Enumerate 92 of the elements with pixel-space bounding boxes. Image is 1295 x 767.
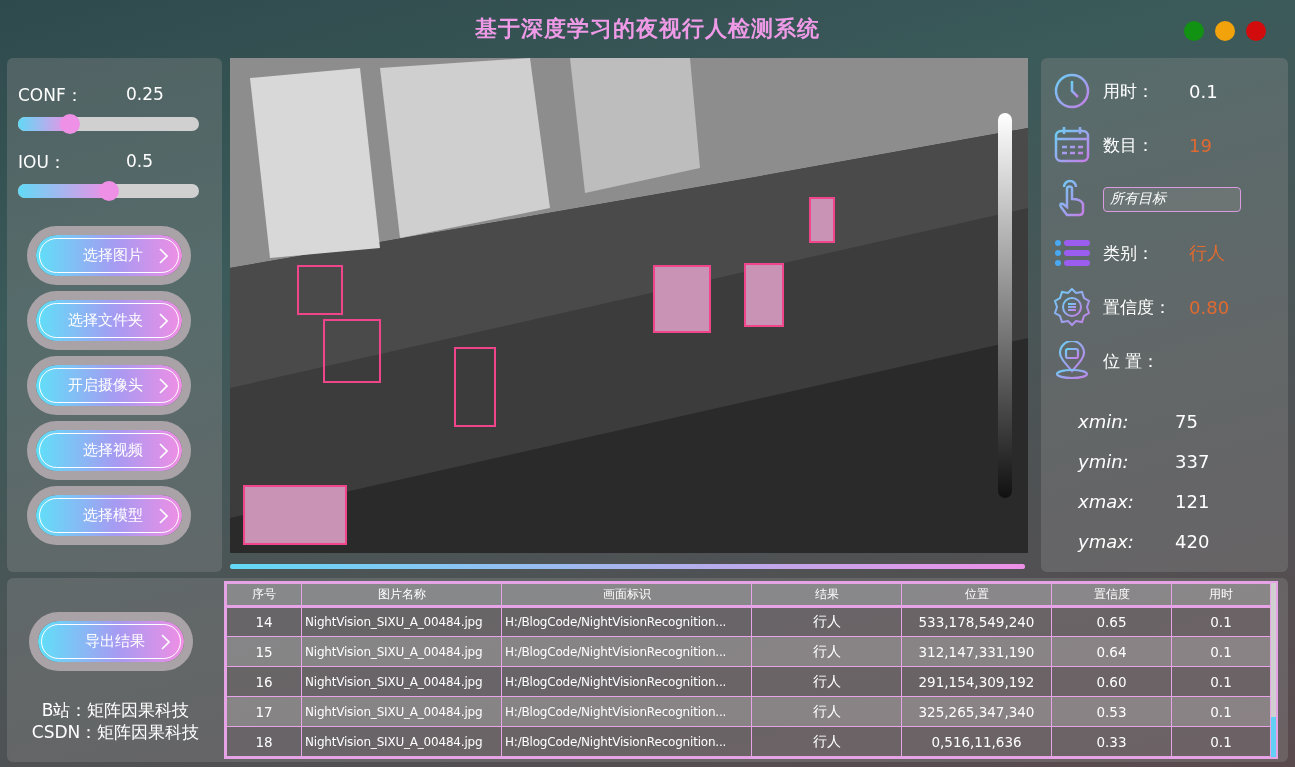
column-header[interactable]: 结果 bbox=[751, 583, 902, 607]
table-cell: H:/BlogCode/NightVisionRecognition... bbox=[501, 636, 752, 667]
table-cell: 0.65 bbox=[1051, 606, 1172, 637]
column-header[interactable]: 画面标识 bbox=[501, 583, 752, 607]
coordinate-label: xmin: bbox=[1078, 410, 1130, 432]
table-cell: H:/BlogCode/NightVisionRecognition... bbox=[501, 726, 752, 757]
table-cell: 18 bbox=[226, 726, 302, 757]
info-label: 置信度： bbox=[1103, 295, 1172, 319]
slider-track[interactable] bbox=[18, 117, 199, 131]
slider-label: CONF： bbox=[18, 84, 84, 107]
table-cell: 0.1 bbox=[1171, 606, 1271, 637]
table-cell: H:/BlogCode/NightVisionRecognition... bbox=[501, 606, 752, 637]
table-cell: NightVision_SIXU_A_00484.jpg bbox=[301, 696, 502, 727]
clock-icon bbox=[1053, 71, 1091, 111]
table-cell: 行人 bbox=[751, 666, 902, 697]
coordinate-label: xmax: bbox=[1078, 490, 1135, 512]
action-button[interactable]: 选择模型 bbox=[27, 486, 191, 545]
table-cell: 行人 bbox=[751, 606, 902, 637]
chevron-icon bbox=[160, 633, 170, 650]
table-cell: 16 bbox=[226, 666, 302, 697]
table-cell: 14 bbox=[226, 606, 302, 637]
column-header[interactable]: 置信度 bbox=[1051, 583, 1172, 607]
column-header[interactable]: 用时 bbox=[1171, 583, 1271, 607]
table-cell: 行人 bbox=[751, 726, 902, 757]
coordinate-value: 337 bbox=[1175, 450, 1210, 472]
window-title: 基于深度学习的夜视行人检测系统 bbox=[475, 14, 820, 43]
table-cell: 0.60 bbox=[1051, 666, 1172, 697]
target-select-field[interactable]: 所有目标 bbox=[1103, 186, 1241, 212]
info-value: 19 bbox=[1189, 134, 1212, 156]
slider-thumb[interactable] bbox=[60, 114, 81, 134]
slider-thumb[interactable] bbox=[98, 181, 119, 201]
calendar-icon bbox=[1053, 125, 1091, 165]
table-cell: 325,265,347,340 bbox=[901, 696, 1052, 727]
coordinate-label: ymax: bbox=[1078, 530, 1135, 552]
table-cell: H:/BlogCode/NightVisionRecognition... bbox=[501, 666, 752, 697]
table-cell: 0.1 bbox=[1171, 726, 1271, 757]
info-label: 位 置： bbox=[1103, 349, 1161, 373]
table-cell: NightVision_SIXU_A_00484.jpg bbox=[301, 606, 502, 637]
table-cell: NightVision_SIXU_A_00484.jpg bbox=[301, 726, 502, 757]
window-control-dot[interactable] bbox=[1215, 21, 1235, 41]
coordinate-value: 420 bbox=[1175, 530, 1210, 552]
info-value: 行人 bbox=[1189, 241, 1225, 265]
table-cell: H:/BlogCode/NightVisionRecognition... bbox=[501, 696, 752, 727]
chevron-icon bbox=[159, 377, 168, 394]
slider-track[interactable] bbox=[18, 184, 199, 198]
table-cell: 行人 bbox=[751, 636, 902, 667]
table-cell: NightVision_SIXU_A_00484.jpg bbox=[301, 666, 502, 697]
scrollbar-thumb[interactable] bbox=[1271, 717, 1276, 757]
table-cell: 15 bbox=[226, 636, 302, 667]
coordinate-value: 75 bbox=[1175, 410, 1198, 432]
chevron-icon bbox=[159, 507, 168, 524]
table-cell: 0.53 bbox=[1051, 696, 1172, 727]
chevron-icon bbox=[159, 247, 168, 264]
slider-label: IOU： bbox=[18, 151, 67, 174]
action-button[interactable]: 选择视频 bbox=[27, 421, 191, 480]
info-label: 数目： bbox=[1103, 133, 1155, 157]
action-button[interactable]: 选择文件夹 bbox=[27, 291, 191, 350]
scrollbar-track[interactable] bbox=[1271, 583, 1276, 757]
chevron-icon bbox=[159, 442, 168, 459]
export-button[interactable]: 导出结果 bbox=[28, 612, 193, 671]
table-cell: 0,516,11,636 bbox=[901, 726, 1052, 757]
table-cell: 0.64 bbox=[1051, 636, 1172, 667]
info-value: 0.80 bbox=[1189, 296, 1230, 318]
window-control-dot[interactable] bbox=[1246, 21, 1266, 41]
credit-text: CSDN：矩阵因果科技 bbox=[31, 721, 200, 743]
coordinate-value: 121 bbox=[1175, 490, 1210, 512]
slider-value: 0.5 bbox=[126, 151, 154, 173]
column-header[interactable]: 序号 bbox=[226, 583, 302, 607]
table-cell: 533,178,549,240 bbox=[901, 606, 1052, 637]
gear-icon bbox=[1053, 287, 1091, 327]
table-cell: NightVision_SIXU_A_00484.jpg bbox=[301, 636, 502, 667]
action-button[interactable]: 选择图片 bbox=[27, 226, 191, 285]
coordinate-label: ymin: bbox=[1078, 450, 1130, 472]
table-cell: 0.1 bbox=[1171, 666, 1271, 697]
table-cell: 291,154,309,192 bbox=[901, 666, 1052, 697]
credit-text: B站：矩阵因果科技 bbox=[40, 699, 191, 721]
table-cell: 0.33 bbox=[1051, 726, 1172, 757]
table-cell: 312,147,331,190 bbox=[901, 636, 1052, 667]
info-label: 用时： bbox=[1103, 79, 1155, 103]
window-control-dot[interactable] bbox=[1184, 21, 1204, 41]
column-header[interactable]: 位置 bbox=[901, 583, 1052, 607]
table-cell: 0.1 bbox=[1171, 636, 1271, 667]
table-cell: 17 bbox=[226, 696, 302, 727]
location-pin-icon bbox=[1053, 341, 1091, 381]
action-button[interactable]: 开启摄像头 bbox=[27, 356, 191, 415]
info-value: 0.1 bbox=[1189, 80, 1218, 102]
chevron-icon bbox=[159, 312, 168, 329]
table-cell: 0.1 bbox=[1171, 696, 1271, 727]
column-header[interactable]: 图片名称 bbox=[301, 583, 502, 607]
info-label: 类别： bbox=[1103, 241, 1155, 265]
slider-value: 0.25 bbox=[126, 84, 164, 106]
table-cell: 行人 bbox=[751, 696, 902, 727]
